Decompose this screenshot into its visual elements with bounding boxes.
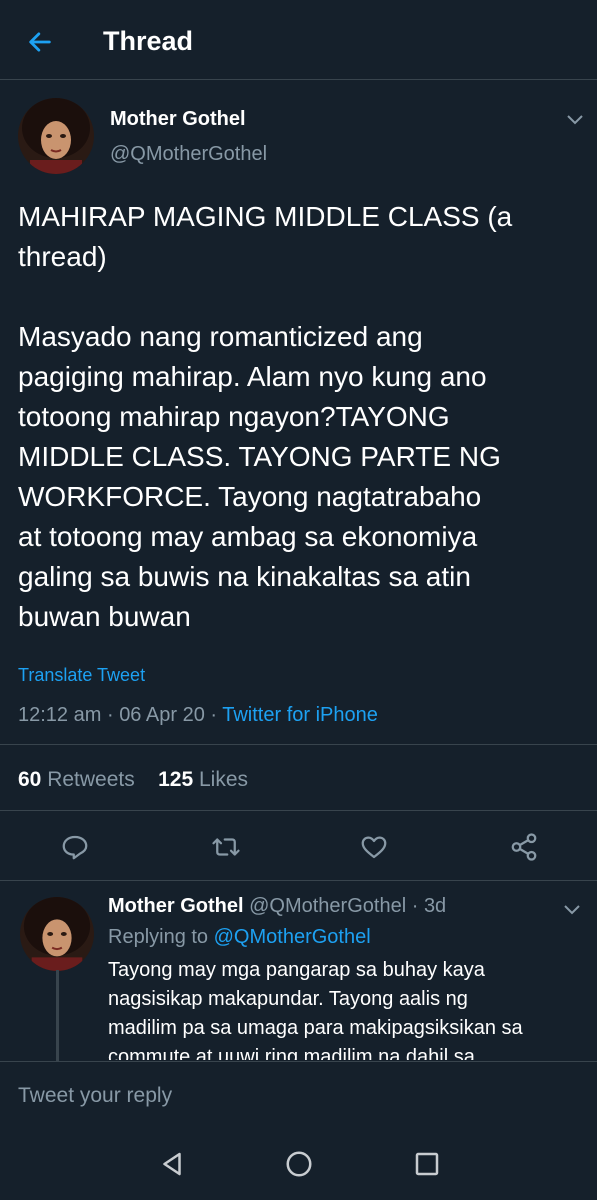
tweet-text: MAHIRAP MAGING MIDDLE CLASS (a thread) M… [18, 201, 513, 632]
likes-stat[interactable]: 125 Likes [158, 768, 248, 791]
author-name[interactable]: Mother Gothel [110, 108, 246, 131]
tweet-meta: 12:12 am · 06 Apr 20 · Twitter for iPhon… [18, 704, 378, 727]
meta-separator: · [210, 704, 218, 726]
divider [0, 880, 597, 881]
replying-to-label: Replying to [108, 926, 209, 948]
comment-icon[interactable] [60, 832, 90, 862]
avatar[interactable] [18, 98, 94, 174]
reply-input[interactable]: Tweet your reply [18, 1084, 172, 1108]
thread-connector-line [56, 970, 59, 1062]
divider [0, 744, 597, 745]
reply-header: Mother Gothel @QMotherGothel · 3d [108, 895, 446, 918]
reply-age: 3d [423, 895, 447, 917]
reply-avatar[interactable] [20, 897, 94, 971]
translate-tweet-link[interactable]: Translate Tweet [18, 665, 145, 686]
tweet-time: 12:12 am [18, 704, 102, 726]
replying-to: Replying to @QMotherGothel [108, 926, 371, 949]
chevron-down-icon[interactable] [566, 114, 584, 126]
reply-text: Tayong may mga pangarap sa buhay kaya na… [108, 959, 523, 1060]
replying-to-handle[interactable]: @QMotherGothel [214, 926, 371, 948]
heart-icon[interactable] [359, 832, 389, 862]
retweets-stat[interactable]: 60 Retweets [18, 768, 135, 791]
arrow-left-icon[interactable] [26, 28, 54, 56]
tweet-source-link[interactable]: Twitter for iPhone [222, 704, 378, 726]
square-recents-icon[interactable] [412, 1149, 442, 1179]
header-bar: Thread [0, 0, 597, 80]
divider [0, 810, 597, 811]
retweets-label: Retweets [47, 768, 135, 791]
reply-composer[interactable]: Tweet your reply [0, 1061, 597, 1129]
page-title: Thread [103, 26, 194, 56]
reply-author-name[interactable]: Mother Gothel [108, 895, 244, 917]
reply-author-handle[interactable]: @QMotherGothel [249, 895, 406, 917]
circle-home-icon[interactable] [284, 1149, 314, 1179]
author-handle[interactable]: @QMotherGothel [110, 143, 267, 166]
reply-separator: · [411, 895, 419, 917]
meta-separator: · [106, 704, 114, 726]
likes-label: Likes [198, 768, 249, 791]
retweets-count: 60 [18, 768, 42, 791]
system-nav-bar [0, 1129, 597, 1200]
tweet-date: 06 Apr 20 [119, 704, 205, 726]
likes-count: 125 [158, 768, 194, 791]
triangle-back-icon[interactable] [157, 1149, 187, 1179]
retweet-icon[interactable] [211, 832, 241, 862]
chevron-down-icon[interactable] [563, 904, 581, 916]
tweet-stats: 60 Retweets 125 Likes [18, 768, 248, 792]
share-icon[interactable] [509, 832, 539, 862]
